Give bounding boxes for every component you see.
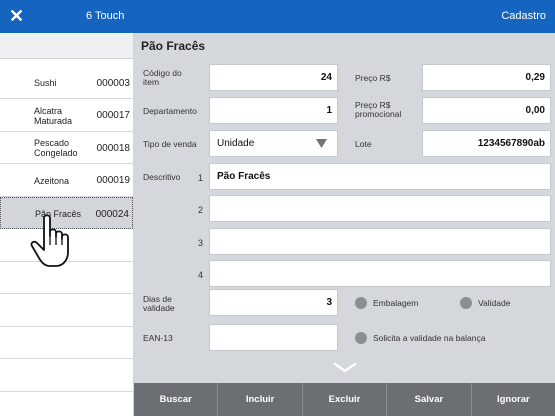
preco-promo-value: 0,00 (525, 105, 545, 116)
embalagem-radio[interactable]: Embalagem (355, 297, 418, 309)
preco-promo-label: Preço R$ promocional (355, 100, 402, 119)
descritivo-line-field[interactable] (209, 260, 551, 287)
detail-form: Pão Fracês Código do item 24 Preço R$ 0,… (134, 33, 555, 383)
list-item-code: 000017 (96, 110, 130, 121)
solicita-validade-radio[interactable]: Solicita a validade na balança (355, 332, 485, 344)
descritivo-line-value: Pão Fracês (217, 171, 271, 182)
list-item-code: 000003 (96, 77, 130, 89)
title-bar: ✕ 6 Touch Cadastro (0, 0, 555, 33)
list-item[interactable]: Alcatra Maturada 000017 (0, 100, 133, 132)
lote-value: 1234567890ab (477, 138, 545, 149)
preco-value: 0,29 (525, 72, 545, 83)
preco-label: Preço R$ (355, 73, 391, 83)
descritivo-line-number: 1 (198, 173, 204, 183)
descritivo-line-field[interactable] (209, 228, 551, 255)
dias-validade-label: Dias de validade (143, 294, 175, 313)
list-item-code: 000019 (96, 175, 130, 186)
list-item-name: Pescado Congelado (34, 138, 78, 158)
dropdown-arrow-icon[interactable] (316, 139, 327, 148)
descritivo-line-field[interactable]: Pão Fracês (209, 163, 551, 190)
tipo-venda-label: Tipo de venda (143, 139, 197, 149)
descritivo-label: Descritivo (143, 172, 181, 182)
list-item-code: 000018 (96, 142, 130, 154)
action-bar: Buscar Incluir Excluir Salvar Ignorar (134, 383, 555, 416)
list-item-empty (0, 360, 133, 392)
list-item-name: Sushi (34, 78, 57, 88)
excluir-button[interactable]: Excluir (303, 383, 388, 416)
dias-validade-value: 3 (326, 297, 332, 308)
embalagem-label: Embalagem (373, 298, 419, 308)
incluir-button[interactable]: Incluir (218, 383, 303, 416)
buscar-button[interactable]: Buscar (134, 383, 219, 416)
form-title: Pão Fracês (141, 39, 206, 53)
tipo-venda-select[interactable]: Unidade (209, 130, 338, 157)
descritivo-line-number: 4 (198, 270, 204, 280)
tipo-venda-value: Unidade (217, 138, 255, 149)
departamento-field[interactable]: 1 (209, 97, 338, 124)
lote-label: Lote (355, 139, 372, 149)
radio-dot-icon (355, 332, 367, 344)
app-title: 6 Touch (86, 10, 125, 22)
dias-validade-field[interactable]: 3 (209, 289, 338, 316)
list-header (0, 33, 133, 59)
ean-label: EAN-13 (143, 333, 173, 343)
list-item[interactable]: Pescado Congelado 000018 (0, 132, 133, 164)
departamento-label: Departamento (143, 106, 197, 116)
list-item[interactable]: Azeitona 000019 (0, 165, 133, 197)
list-item-empty (0, 295, 133, 327)
ignorar-button[interactable]: Ignorar (472, 383, 555, 416)
lote-field[interactable]: 1234567890ab (422, 130, 551, 157)
codigo-value: 24 (320, 72, 332, 83)
radio-dot-icon (460, 297, 472, 309)
validade-radio[interactable]: Validade (460, 297, 510, 309)
preco-promo-field[interactable]: 0,00 (422, 97, 551, 124)
chevron-down-icon[interactable] (333, 362, 357, 374)
codigo-label: Código do item (143, 68, 182, 87)
close-icon[interactable]: ✕ (0, 0, 33, 33)
salvar-button[interactable]: Salvar (387, 383, 472, 416)
radio-dot-icon (355, 297, 367, 309)
validade-label: Validade (478, 298, 511, 308)
hand-pointer-icon (30, 214, 69, 267)
codigo-field[interactable]: 24 (209, 64, 338, 91)
list-item-name: Azeitona (34, 175, 70, 186)
preco-field[interactable]: 0,29 (422, 64, 551, 91)
ean-field[interactable] (209, 324, 338, 351)
solicita-validade-label: Solicita a validade na balança (373, 333, 486, 343)
descritivo-line-number: 3 (198, 238, 204, 248)
descritivo-line-number: 2 (198, 205, 204, 215)
list-item-empty (0, 392, 133, 416)
list-item-name: Alcatra Maturada (34, 105, 73, 126)
list-item-code: 000024 (95, 208, 129, 220)
departamento-value: 1 (326, 105, 332, 116)
descritivo-line-field[interactable] (209, 195, 551, 222)
list-item-empty (0, 327, 133, 359)
section-title: Cadastro (501, 10, 546, 22)
list-item[interactable]: Sushi 000003 (0, 67, 133, 99)
